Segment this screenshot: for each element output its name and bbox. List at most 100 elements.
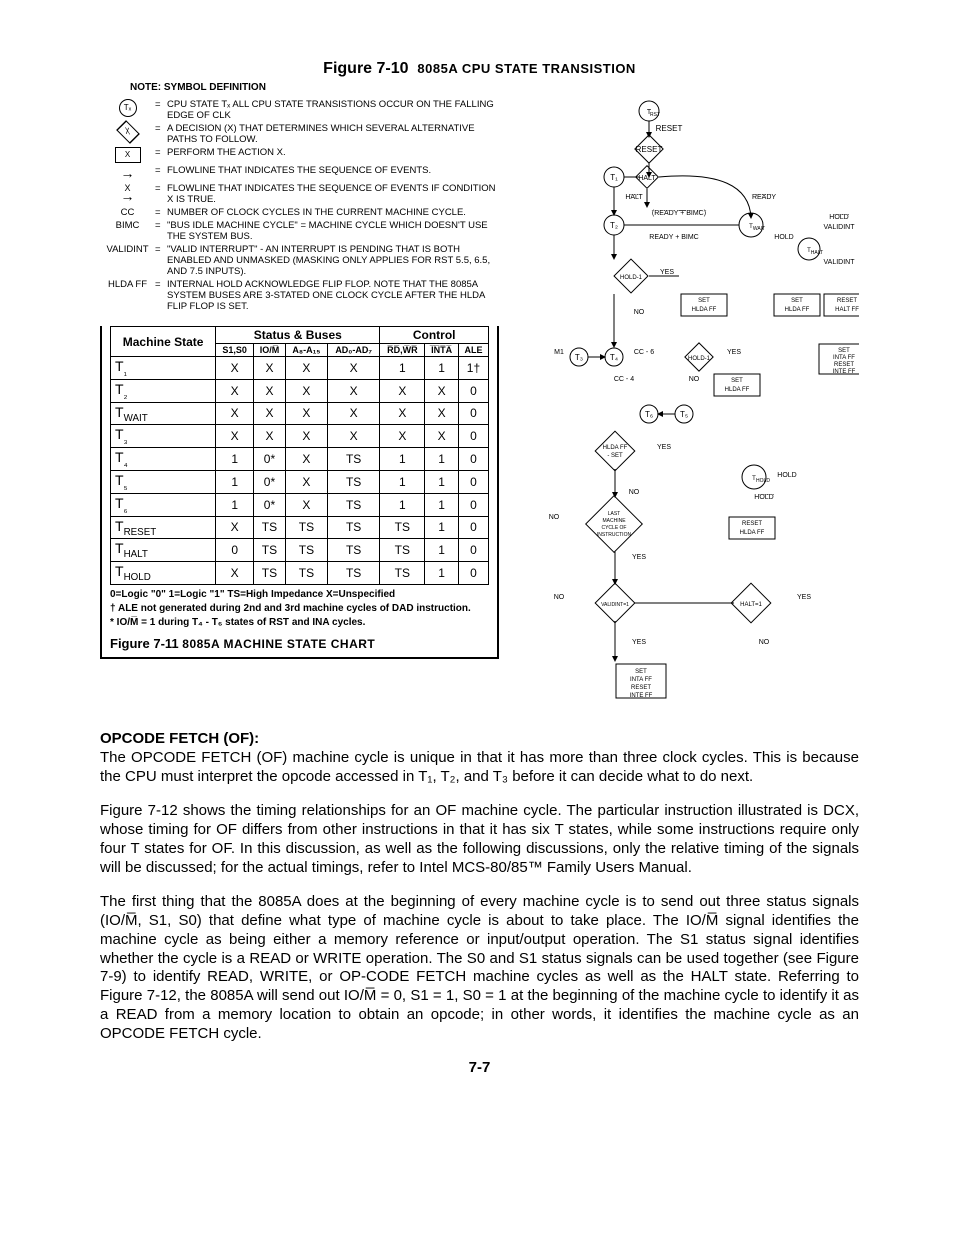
column-header: ALE: [458, 344, 488, 357]
paragraph-3: The first thing that the 8085A does at t…: [100, 893, 859, 1043]
state-table-wrap: Machine State Status & Buses Control S1,…: [100, 326, 499, 659]
svg-text:NO: NO: [689, 376, 700, 383]
svg-text:T₄: T₄: [610, 353, 618, 362]
table-cell: 1: [425, 516, 459, 539]
legend-row: Tₓ = CPU STATE Tₓ ALL CPU STATE TRANSIST…: [100, 99, 499, 121]
equals: =: [155, 220, 167, 242]
svg-text:INTA FF: INTA FF: [630, 677, 652, 683]
table-cell: TS: [327, 493, 379, 516]
table-cell: X: [254, 357, 286, 380]
table-row: TRESETXTSTSTSTS10: [111, 516, 489, 539]
table-cell: 1: [425, 493, 459, 516]
table-cell: 1: [216, 448, 254, 471]
legend-row: = FLOWLINE THAT INDICATES THE SEQUENCE O…: [100, 165, 499, 181]
col-group-control: Control: [380, 327, 489, 344]
legend-definition: INTERNAL HOLD ACKNOWLEDGE FLIP FLOP. NOT…: [167, 279, 499, 312]
table-cell: X: [425, 379, 459, 402]
svg-text:WAIT: WAIT: [753, 226, 765, 232]
svg-text:T₅: T₅: [680, 410, 688, 419]
svg-text:NO: NO: [554, 594, 565, 601]
column-header: AD₀-AD₇: [327, 344, 379, 357]
table-row: T₂XXXXXX0: [111, 379, 489, 402]
svg-text:READY + BIMC: READY + BIMC: [649, 234, 698, 241]
equals: =: [155, 165, 167, 181]
figure-11-title: Figure 7-11 8085A MACHINE STATE CHART: [110, 636, 489, 651]
table-cell: X: [327, 425, 379, 448]
svg-text:NO: NO: [549, 514, 560, 521]
svg-text:HOLD-1: HOLD-1: [688, 356, 711, 362]
col-group-status: Status & Buses: [216, 327, 380, 344]
svg-text:HOLD: HOLD: [754, 494, 773, 501]
table-cell: 0: [458, 562, 488, 585]
legend-definition: A DECISION (X) THAT DETERMINES WHICH SEV…: [167, 123, 499, 145]
svg-text:M1: M1: [554, 349, 564, 356]
svg-text:VALIDINT: VALIDINT: [824, 259, 856, 266]
legend-definition: "VALID INTERRUPT" - AN INTERRUPT IS PEND…: [167, 244, 499, 277]
table-cell: X: [327, 357, 379, 380]
svg-text:T₂: T₂: [610, 221, 618, 230]
table-row: T₃XXXXXX0: [111, 425, 489, 448]
svg-text:SET: SET: [635, 669, 647, 675]
table-cell: X: [216, 357, 254, 380]
svg-text:T₁: T₁: [610, 173, 618, 182]
note-heading: NOTE: SYMBOL DEFINITION: [130, 82, 859, 93]
table-cell: X: [380, 425, 425, 448]
table-cell: TS: [327, 562, 379, 585]
paragraph-1: The OPCODE FETCH (OF) machine cycle is u…: [100, 749, 859, 785]
table-cell: X: [285, 470, 327, 493]
table-cell: 1: [216, 470, 254, 493]
table-cell: X: [216, 425, 254, 448]
legend-row: HLDA FF = INTERNAL HOLD ACKNOWLEDGE FLIP…: [100, 279, 499, 312]
svg-text:RESET: RESET: [834, 362, 854, 368]
table-cell: TS: [327, 448, 379, 471]
table-cell: 0: [458, 470, 488, 493]
column-header: S1,S0: [216, 344, 254, 357]
table-row: T₆10*XTS110: [111, 493, 489, 516]
table-cell: X: [327, 379, 379, 402]
legend-symbol: VALIDINT: [100, 244, 155, 277]
table-cell: TS: [285, 562, 327, 585]
svg-text:INTE FF: INTE FF: [833, 369, 856, 375]
legend-definition: PERFORM THE ACTION X.: [167, 147, 499, 163]
table-cell: 0*: [254, 448, 286, 471]
svg-text:YES: YES: [727, 349, 741, 356]
table-cell: 0: [458, 448, 488, 471]
table-cell: TS: [380, 539, 425, 562]
figure-11-label: Figure 7-11: [110, 636, 179, 651]
svg-text:CYCLE OF: CYCLE OF: [601, 525, 626, 531]
table-cell: 0: [458, 379, 488, 402]
svg-text:HALT: HALT: [638, 175, 656, 182]
equals: =: [155, 183, 167, 205]
table-cell: 1†: [458, 357, 488, 380]
table-cell: X: [254, 425, 286, 448]
symbol-legend: Tₓ = CPU STATE Tₓ ALL CPU STATE TRANSIST…: [100, 99, 499, 312]
table-cell: X: [216, 402, 254, 425]
legend-row: CC = NUMBER OF CLOCK CYCLES IN THE CURRE…: [100, 207, 499, 218]
svg-text:RESET: RESET: [837, 298, 857, 304]
table-row: THOLDXTSTSTSTS10: [111, 562, 489, 585]
legend-row: VALIDINT = "VALID INTERRUPT" - AN INTERR…: [100, 244, 499, 277]
svg-text:CC - 4: CC - 4: [614, 376, 634, 383]
svg-text:VALIDINT: VALIDINT: [824, 224, 856, 231]
table-cell: 1: [380, 448, 425, 471]
table-cell: 0*: [254, 493, 286, 516]
svg-text:INTE FF: INTE FF: [630, 693, 653, 699]
svg-text:HOLD: HOLD: [777, 472, 796, 479]
table-cell: 0: [458, 539, 488, 562]
svg-text:YES: YES: [632, 554, 646, 561]
svg-text:NO: NO: [759, 639, 770, 646]
svg-text:SET: SET: [698, 298, 710, 304]
svg-text:RESET: RESET: [631, 685, 651, 691]
table-cell: TS: [380, 516, 425, 539]
state-label: TRESET: [111, 516, 216, 539]
svg-text:INTA FF: INTA FF: [833, 355, 855, 361]
svg-text:HLDA FF: HLDA FF: [692, 307, 717, 313]
legend-definition: CPU STATE Tₓ ALL CPU STATE TRANSISTIONS …: [167, 99, 499, 121]
svg-text:VALIDINT=1: VALIDINT=1: [601, 602, 629, 608]
table-cell: X: [380, 379, 425, 402]
svg-text:(READY + BIMC): (READY + BIMC): [652, 210, 706, 217]
equals: =: [155, 147, 167, 163]
svg-text:LAST: LAST: [608, 511, 621, 517]
svg-text:YES: YES: [660, 269, 674, 276]
svg-text:HOLD: HOLD: [774, 234, 793, 241]
